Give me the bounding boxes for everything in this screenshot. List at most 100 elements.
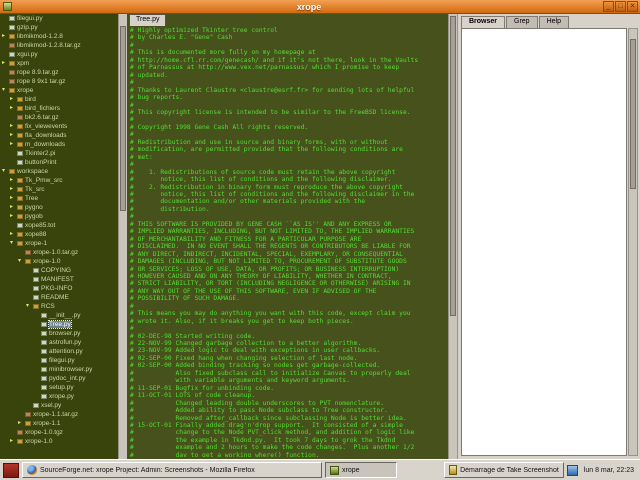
file-tree-panel[interactable]: filegui.py gzip.py ▸ libmikmod-1.2.8 lib… <box>0 14 118 459</box>
tree-item[interactable]: __init__.py <box>0 311 118 320</box>
browser-entry[interactable]: (M): __init__(self, parent_node, id, col… <box>462 52 626 60</box>
browser-entry[interactable]: (M): PVT_enter(self, event) <box>462 219 626 227</box>
tree-item[interactable]: xrope-1.0.tgz <box>0 428 118 437</box>
browser-entry[interactable]: (C): Tree <box>462 325 626 333</box>
file-tree-scrollbar[interactable] <box>118 14 127 459</box>
browser-entry[interactable]: (M): add_list(self, list) <box>462 348 626 356</box>
tree-item[interactable]: ▾ workspace <box>0 167 118 176</box>
browser-entry[interactable]: (M): full_id(self) <box>462 151 626 159</box>
browser-entry[interactable]: (M): cursor_node(self, search) <box>462 371 626 379</box>
panel-tab[interactable]: Grep <box>506 16 538 28</box>
tree-item[interactable]: setup.py <box>0 383 118 392</box>
browser-entry[interactable]: (M): last(self, event) <box>462 439 626 447</box>
browser-entry[interactable]: (M): prev_visible(self) <box>462 105 626 113</box>
browser-entry[interactable]: (M): expanded(self) <box>462 135 626 143</box>
browser-entry[interactable]: (M): PVT_unbind_all(self) <box>462 280 626 288</box>
task-button[interactable]: xrope <box>325 462 397 478</box>
browser-entry[interactable]: (M): set_label(self, label) <box>462 128 626 136</box>
browser-entry[interactable]: (M): next_visible(self) <box>462 97 626 105</box>
class-browser-list[interactable]: (C): Node (M): __init__(self, parent_nod… <box>461 28 627 456</box>
tree-item[interactable]: filegui.py <box>0 356 118 365</box>
tree-item[interactable]: PKG-INFO <box>0 284 118 293</box>
browser-entry[interactable]: (M): set_expanded_icon(self, icon) <box>462 67 626 75</box>
tree-item[interactable]: ▸ fla_downloads <box>0 131 118 140</box>
browser-entry[interactable]: (M): expand(self) <box>462 158 626 166</box>
browser-entry[interactable]: (C): Struct <box>462 310 626 318</box>
browser-entry[interactable]: (M): first(self, event) <box>462 431 626 439</box>
tree-item[interactable]: ▸ Tk_Pmw_src <box>0 176 118 185</box>
browser-entry[interactable]: (M): prev_sib(self) <box>462 82 626 90</box>
tree-item[interactable]: Tree.py <box>0 320 118 329</box>
panel-tab[interactable]: Browser <box>461 16 506 28</box>
expander-icon[interactable]: ▸ <box>10 95 17 104</box>
tree-item[interactable]: xrope.py <box>0 392 118 401</box>
browser-entry[interactable]: (M): set_collapsed_icon(self, icon) <box>462 59 626 67</box>
browser-entry[interactable]: (M): see(self, *items) <box>462 378 626 386</box>
tree-item[interactable]: pydoc_int.py <box>0 374 118 383</box>
editor-tab[interactable]: Tree.py <box>129 14 167 26</box>
tree-item[interactable]: rope 8.9.tar.gz <box>0 68 118 77</box>
browser-entry[interactable]: (M): toggle_state(self, state) <box>462 204 626 212</box>
tree-item[interactable]: browser.py <box>0 329 118 338</box>
tree-item[interactable]: buttonPrint <box>0 158 118 167</box>
code-view[interactable]: # Highly optimized Tkinter tree control … <box>130 27 444 457</box>
tray-icon[interactable] <box>566 464 578 476</box>
browser-entry[interactable]: (M): next(self, event) <box>462 401 626 409</box>
app-icon[interactable] <box>3 2 12 11</box>
browser-entry[interactable]: (M): __init__(self) <box>462 318 626 326</box>
browser-entry[interactable]: (M): PVT_set_state(self, state) <box>462 249 626 257</box>
expander-icon[interactable]: ▸ <box>10 122 17 131</box>
tree-item[interactable]: ▸ bird_fichiers <box>0 104 118 113</box>
tree-item[interactable]: ▸ pygob <box>0 212 118 221</box>
browser-entry[interactable]: (M): PVT_mousefocus(self, event) <box>462 340 626 348</box>
tree-item[interactable]: ▸ libmikmod-1.2.8 <box>0 32 118 41</box>
browser-entry[interactable]: (M): PVT_click(self, event) <box>462 211 626 219</box>
expander-icon[interactable]: ▸ <box>10 212 17 221</box>
task-button[interactable]: SourceForge.net: xrope Project: Admin: S… <box>22 462 322 478</box>
browser-entry[interactable]: (M): insert_before(self, nodes) <box>462 181 626 189</box>
expander-icon[interactable]: ▸ <box>10 185 17 194</box>
browser-entry[interactable]: (M): next_sib(self) <box>462 90 626 98</box>
tree-item[interactable]: ▸ bird <box>0 95 118 104</box>
browser-entry[interactable]: (M): delete(self, me_too) <box>462 173 626 181</box>
browser-entry[interactable]: (M): PVT_insert(self, nodes, pos, below) <box>462 242 626 250</box>
browser-entry[interactable]: (M): descend(self, event) <box>462 424 626 432</box>
browser-entry[interactable]: (M): PVT_delete_subtree(self) <box>462 272 626 280</box>
expander-icon[interactable]: ▾ <box>2 167 9 176</box>
expander-icon[interactable]: ▸ <box>10 176 17 185</box>
tree-item[interactable]: bk2.6.tar.gz <box>0 113 118 122</box>
tree-item[interactable]: Tkinter2.pi <box>0 149 118 158</box>
maximize-button[interactable]: □ <box>615 1 626 12</box>
editor-scrollbar[interactable] <box>448 14 457 459</box>
browser-entry[interactable]: (M): move_cursor(self, node) <box>462 386 626 394</box>
browser-entry[interactable]: (M): pageup(self, event) <box>462 447 626 455</box>
browser-entry[interactable]: (M): PVT_drag_start(self, event) <box>462 295 626 303</box>
expander-icon[interactable]: ▸ <box>10 131 17 140</box>
expander-icon[interactable]: ▾ <box>26 302 33 311</box>
browser-entry[interactable]: (M): insert_after(self, nodes) <box>462 188 626 196</box>
tree-item[interactable]: gzip.py <box>0 23 118 32</box>
browser-entry[interactable]: (M): PVT_find(self, search) <box>462 234 626 242</box>
tree-item[interactable]: attention.py <box>0 347 118 356</box>
expander-icon[interactable]: ▸ <box>10 437 17 446</box>
browser-entry[interactable]: (M): PVT_tag_move(self, dist) <box>462 287 626 295</box>
tree-item[interactable]: filegui.py <box>0 14 118 23</box>
tree-item[interactable]: ▸ xrope-1.0 <box>0 437 118 446</box>
tree-item[interactable]: minibrowser.py <box>0 365 118 374</box>
expander-icon[interactable]: ▾ <box>2 86 9 95</box>
expander-icon[interactable]: ▸ <box>10 203 17 212</box>
browser-entry[interactable]: (M): ascend(self, event) <box>462 416 626 424</box>
browser-entry[interactable]: (M): parent(self) <box>462 75 626 83</box>
tree-item[interactable]: rope 8 9x1 tar.gz <box>0 77 118 86</box>
tree-item[interactable]: ▾ RCS <box>0 302 118 311</box>
panel-tab[interactable]: Help <box>538 16 569 28</box>
expander-icon[interactable]: ▸ <box>2 59 9 68</box>
browser-entry[interactable]: (M): PVT_leave(self, event) <box>462 226 626 234</box>
tree-item[interactable]: xgui.py <box>0 50 118 59</box>
browser-entry[interactable]: (M): insert_children(self, nodes) <box>462 196 626 204</box>
tree-item[interactable]: libmikmod-1.2.8.tar.gz <box>0 41 118 50</box>
tree-item[interactable]: ▸ pygno <box>0 203 118 212</box>
browser-list-scrollbar[interactable] <box>628 28 638 456</box>
browser-entry[interactable]: (M): collapse(self) <box>462 166 626 174</box>
tree-item[interactable]: xope85.tot <box>0 221 118 230</box>
